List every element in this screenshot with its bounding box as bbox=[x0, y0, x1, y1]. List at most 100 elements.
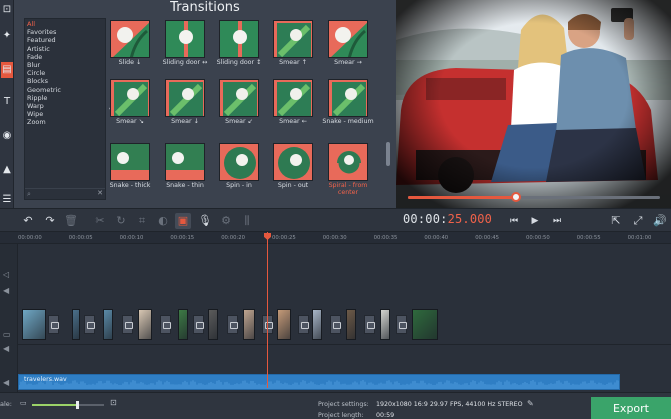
export-button[interactable]: Export bbox=[591, 397, 671, 419]
transition-clip[interactable] bbox=[330, 315, 341, 334]
transition-label: Smear ↘ bbox=[116, 118, 144, 125]
video-clip[interactable] bbox=[103, 309, 113, 340]
zoom-slider-handle[interactable] bbox=[76, 401, 80, 409]
stickers-icon[interactable]: ◉ bbox=[1, 128, 13, 144]
next-frame-icon[interactable]: ⏭ bbox=[549, 213, 565, 229]
track-visibility-icon[interactable]: ◁ bbox=[3, 270, 9, 279]
category-item[interactable]: Ripple bbox=[27, 94, 47, 102]
transition-clip[interactable] bbox=[298, 315, 309, 334]
category-item[interactable]: Blocks bbox=[27, 77, 48, 85]
ruler-tick-label: 00:00:35 bbox=[373, 235, 398, 241]
titles-icon[interactable]: T bbox=[1, 94, 13, 110]
rotate-icon[interactable]: ↻ bbox=[113, 213, 129, 229]
cut-icon[interactable]: ✂ bbox=[92, 213, 108, 229]
video-clip[interactable] bbox=[412, 309, 438, 340]
transition-clip[interactable] bbox=[48, 315, 59, 334]
category-item[interactable]: All bbox=[27, 20, 35, 28]
transition-thumbnail[interactable] bbox=[110, 143, 150, 181]
transitions-scrollbar[interactable] bbox=[386, 142, 390, 166]
category-item[interactable]: Blur bbox=[27, 61, 40, 69]
category-item[interactable]: Fade bbox=[27, 53, 42, 61]
category-search[interactable]: ⌕ ✕ bbox=[25, 188, 105, 199]
category-item[interactable]: Featured bbox=[27, 36, 56, 44]
transition-clip[interactable] bbox=[122, 315, 133, 334]
transition-thumbnail[interactable] bbox=[328, 79, 368, 117]
microphone-icon[interactable]: 🎙 bbox=[197, 213, 213, 229]
transition-thumbnail[interactable] bbox=[110, 79, 150, 117]
transition-thumbnail[interactable] bbox=[273, 79, 313, 117]
video-track-volume-icon[interactable]: ◀ bbox=[3, 344, 9, 353]
delete-icon[interactable]: 🗑 bbox=[63, 213, 79, 229]
transition-thumbnail[interactable] bbox=[110, 20, 150, 58]
transition-clip[interactable] bbox=[364, 315, 375, 334]
menu-icon[interactable]: ☰ bbox=[1, 192, 13, 208]
undo-icon[interactable]: ↶ bbox=[20, 213, 36, 229]
video-clip[interactable] bbox=[138, 309, 152, 340]
transition-preview-image bbox=[111, 80, 149, 116]
fullscreen-icon[interactable]: ⤢ bbox=[630, 213, 646, 229]
transition-thumbnail[interactable] bbox=[328, 143, 368, 181]
transition-clip[interactable] bbox=[160, 315, 171, 334]
transition-preview-image bbox=[220, 80, 258, 116]
transition-clip[interactable] bbox=[227, 315, 238, 334]
shapes-icon[interactable]: ▲ bbox=[1, 162, 13, 178]
audio-clip[interactable]: travelers.wav bbox=[18, 374, 620, 390]
track-volume-icon[interactable]: ◀ bbox=[3, 286, 9, 295]
video-clip[interactable] bbox=[312, 309, 322, 340]
volume-icon[interactable]: 🔊 bbox=[652, 213, 668, 229]
transition-thumbnail[interactable] bbox=[219, 20, 259, 58]
image-icon[interactable]: ▣ bbox=[175, 213, 191, 229]
zoom-in-icon[interactable]: ⊡ bbox=[110, 398, 117, 407]
category-item[interactable]: Artistic bbox=[27, 45, 50, 53]
detach-icon[interactable]: ⇱ bbox=[608, 213, 624, 229]
transition-thumbnail[interactable] bbox=[219, 143, 259, 181]
category-item[interactable]: Circle bbox=[27, 69, 45, 77]
timeline-tracks[interactable]: ◁ ◀ ▭ ◀ ◀ travelers.wav bbox=[0, 244, 671, 392]
audio-clip-label: travelers.wav bbox=[24, 376, 67, 383]
transition-thumbnail[interactable] bbox=[273, 20, 313, 58]
color-adjust-icon[interactable]: ◐ bbox=[155, 213, 171, 229]
transition-thumbnail[interactable] bbox=[165, 20, 205, 58]
transition-clip[interactable] bbox=[84, 315, 95, 334]
video-track-icon[interactable]: ▭ bbox=[3, 330, 11, 339]
transition-thumbnail[interactable] bbox=[165, 79, 205, 117]
clear-search-icon[interactable]: ✕ bbox=[97, 189, 103, 197]
transition-clip[interactable] bbox=[193, 315, 204, 334]
transition-clip[interactable] bbox=[396, 315, 407, 334]
category-list[interactable]: ⌕ ✕ All Favorites Featured Artistic Fade Blur… bbox=[24, 18, 106, 200]
previous-frame-icon[interactable]: ⏮ bbox=[506, 213, 522, 229]
transitions-icon[interactable]: ▤ bbox=[1, 62, 13, 78]
redo-icon[interactable]: ↷ bbox=[42, 213, 58, 229]
transition-thumbnail[interactable] bbox=[165, 143, 205, 181]
video-clip[interactable] bbox=[208, 309, 218, 340]
transition-thumbnail[interactable] bbox=[273, 143, 313, 181]
play-icon[interactable]: ▶ bbox=[527, 213, 543, 229]
video-clip[interactable] bbox=[22, 309, 46, 340]
video-clip[interactable] bbox=[178, 309, 188, 340]
category-item[interactable]: Warp bbox=[27, 102, 44, 110]
audio-track-volume-icon[interactable]: ◀ bbox=[3, 378, 9, 387]
video-clip[interactable] bbox=[72, 309, 80, 340]
scale-label: ale: bbox=[0, 400, 12, 408]
equalizer-icon[interactable]: ⫼ bbox=[239, 213, 255, 229]
playhead[interactable] bbox=[267, 232, 268, 388]
crop-icon[interactable]: ⌗ bbox=[134, 213, 150, 229]
transition-thumbnail[interactable] bbox=[328, 20, 368, 58]
video-clip[interactable] bbox=[346, 309, 356, 340]
video-clip[interactable] bbox=[243, 309, 255, 340]
category-item[interactable]: Zoom bbox=[27, 118, 46, 126]
zoom-out-icon[interactable]: ▭ bbox=[20, 399, 27, 407]
preview-progress-fill bbox=[408, 196, 517, 199]
transition-thumbnail[interactable] bbox=[219, 79, 259, 117]
timeline-ruler[interactable]: 00:00:00 00:00:05 00:00:10 00:00:15 00:00:20… bbox=[0, 232, 671, 244]
category-item[interactable]: Favorites bbox=[27, 28, 56, 36]
import-icon[interactable]: ⊡ bbox=[1, 2, 13, 18]
video-clip[interactable] bbox=[380, 309, 390, 340]
video-preview[interactable] bbox=[396, 0, 671, 212]
settings-icon[interactable]: ⚙ bbox=[218, 213, 234, 229]
category-item[interactable]: Geometric bbox=[27, 86, 61, 94]
video-clip[interactable] bbox=[277, 309, 291, 340]
category-item[interactable]: Wipe bbox=[27, 110, 43, 118]
edit-settings-icon[interactable]: ✎ bbox=[527, 399, 534, 408]
magic-wand-icon[interactable]: ✦ bbox=[1, 28, 13, 44]
